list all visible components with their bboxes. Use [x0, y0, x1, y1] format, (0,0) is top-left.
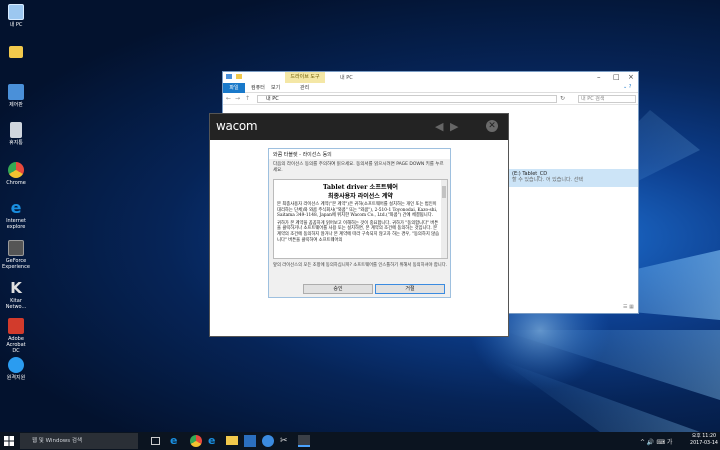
address-path: 내 PC [266, 96, 279, 102]
control-panel-icon [8, 84, 24, 100]
wacom-taskbar-icon[interactable] [298, 435, 310, 447]
ribbon-tab-file[interactable]: 파일 [223, 83, 245, 93]
clock-date: 2017-03-14 [690, 440, 718, 446]
taskbar: 웹 및 Windows 검색 e e ✂ ^ 🔊 ⌨ 가 오후 11:20 20… [0, 432, 720, 450]
wacom-logo: wacom [216, 119, 258, 133]
kitar-icon: K [10, 279, 22, 297]
up-arrow-icon[interactable]: ↑ [245, 95, 250, 102]
internet-explorer-icon: e [10, 198, 22, 217]
edge-icon[interactable]: e [170, 435, 182, 447]
recycle-bin-icon [10, 122, 22, 138]
back-nav-icon[interactable]: ◀ [435, 120, 443, 133]
accept-button[interactable]: 승인 [303, 284, 373, 294]
desktop-icon-control-panel[interactable]: 제어판 [2, 84, 30, 108]
desktop-icon-label: Chrome [6, 180, 26, 186]
decline-button[interactable]: 거절 [375, 284, 445, 294]
desktop-icon-acrobat[interactable]: Adobe Acrobat DC [2, 318, 30, 354]
desktop-icon-folder[interactable] [2, 44, 30, 60]
minimize-icon[interactable]: – [597, 73, 601, 81]
internet-explorer-taskbar-icon[interactable]: e [208, 435, 220, 447]
acrobat-icon [8, 318, 24, 334]
ribbon-tab-manage[interactable]: 관리 [300, 84, 309, 91]
chrome-taskbar-icon[interactable] [190, 435, 202, 447]
desktop-icon-label: Internet explore [6, 218, 26, 230]
dialog-instructions: 다음의 라이선스 동의를 주의하여 읽으세요. 동의서를 읽으시려면 PAGE … [273, 162, 444, 173]
windows-start-icon[interactable] [4, 436, 14, 446]
drive-tools-tab[interactable]: 드라이브 도구 [285, 72, 325, 83]
dialog-question: 앞의 라이선스의 모든 조항에 동의하십니까? 소프트웨어를 인스톨하기 위해서… [273, 263, 448, 268]
address-bar[interactable]: 내 PC [257, 95, 557, 103]
chrome-icon [8, 162, 24, 178]
desktop-icon-label: 제어판 [9, 102, 23, 108]
desktop-icon-chrome[interactable]: Chrome [2, 162, 30, 186]
forward-arrow-icon[interactable]: → [235, 95, 240, 102]
drive-icon [226, 74, 232, 79]
license-subtitle: 최종사용자 라이선스 계약 [328, 193, 393, 200]
computer-icon [8, 4, 24, 20]
view-toggle-icon[interactable]: ☰ ▦ [623, 304, 634, 310]
desktop-icon-label: 휴지통 [9, 140, 23, 146]
license-title: Tablet driver 소프트웨어 [323, 184, 398, 191]
desktop-icon-label: Kitar Netwo... [5, 298, 27, 310]
explorer-address-row: ← → ↑ 내 PC ↻ 내 PC 검색 [223, 93, 638, 105]
geforce-icon [8, 240, 24, 256]
desktop-icon-kitar[interactable]: K Kitar Netwo... [2, 280, 30, 310]
selected-drive-item[interactable]: (E:) Tablet_CD 할 수 있습니다. 어 있습니다. 선택 [508, 169, 638, 187]
taskbar-search-placeholder: 웹 및 Windows 검색 [32, 438, 83, 444]
desktop-icon-recycle-bin[interactable]: 휴지통 [2, 122, 30, 146]
explorer-titlebar[interactable]: 드라이브 도구 내 PC – □ × [223, 72, 638, 83]
license-scrollbar[interactable] [441, 180, 447, 258]
dialog-title: 와콤 타블렛 - 라이선스 동의 [269, 149, 450, 159]
desktop-icon-this-pc[interactable]: 내 PC [2, 4, 30, 28]
remote-support-icon [8, 357, 24, 373]
ribbon-tab-computer[interactable]: 컴퓨터 [251, 84, 265, 91]
system-tray[interactable]: ^ 🔊 ⌨ 가 [640, 437, 672, 446]
desktop-icon-label: GeForce Experience [2, 258, 30, 270]
taskbar-clock[interactable]: 오후 11:20 2017-03-14 [688, 434, 720, 447]
remote-support-taskbar-icon[interactable] [262, 435, 274, 447]
taskbar-search-input[interactable]: 웹 및 Windows 검색 [20, 433, 138, 449]
desktop-icon-label: 원격지원 [6, 375, 26, 381]
refresh-icon[interactable]: ↻ [560, 95, 565, 102]
desktop-icon-geforce[interactable]: GeForce Experience [2, 240, 30, 270]
file-explorer-taskbar-icon[interactable] [226, 436, 238, 445]
task-view-icon[interactable] [151, 437, 160, 445]
drive-item-sub: 할 수 있습니다. 어 있습니다. 선택 [512, 177, 583, 183]
license-paragraph: 본 최종사용자 라이선스 계약("본 계약")은 귀하(소프트웨어를 설치하는 … [277, 202, 438, 219]
folder-icon [9, 46, 23, 58]
forward-nav-icon[interactable]: ▶ [450, 120, 458, 133]
desktop-icon-internet-explorer[interactable]: e Internet explore [2, 198, 30, 231]
ribbon-expand-icon[interactable]: ⌄ ? [623, 84, 631, 90]
store-icon[interactable] [244, 435, 256, 447]
wacom-header: wacom ◀ ▶ ✕ [210, 114, 508, 140]
clock-time: 오후 11:20 [691, 434, 717, 439]
license-dialog[interactable]: 와콤 타블렛 - 라이선스 동의 다음의 라이선스 동의를 주의하여 읽으세요.… [268, 148, 451, 298]
back-arrow-icon[interactable]: ← [226, 95, 231, 102]
license-text-box[interactable]: Tablet driver 소프트웨어 최종사용자 라이선스 계약 본 최종사용… [273, 179, 448, 259]
close-icon[interactable]: × [628, 73, 634, 81]
maximize-icon[interactable]: □ [613, 73, 620, 81]
desktop-icon-label: Adobe Acrobat DC [6, 336, 26, 354]
license-paragraph: 귀하가 본 계약을 꼼꼼하게 읽어보고 이해하는 것이 중요합니다. 귀하가 "… [277, 220, 440, 243]
search-placeholder: 내 PC 검색 [581, 96, 605, 102]
folder-icon [235, 74, 242, 79]
desktop-icon-label: 내 PC [9, 22, 23, 28]
scrollbar-thumb[interactable] [442, 186, 446, 198]
tool-icon[interactable]: ✂ [280, 435, 292, 447]
desktop-icon-remote-support[interactable]: 원격지원 [2, 357, 30, 381]
explorer-ribbon: 파일 컴퓨터 보기 관리 ⌄ ? [223, 83, 638, 93]
ribbon-tab-view[interactable]: 보기 [271, 84, 280, 91]
quick-access-toolbar[interactable] [226, 74, 256, 81]
explorer-search-input[interactable]: 내 PC 검색 [578, 95, 636, 103]
wacom-close-icon[interactable]: ✕ [486, 120, 498, 132]
explorer-title: 내 PC [340, 75, 353, 81]
